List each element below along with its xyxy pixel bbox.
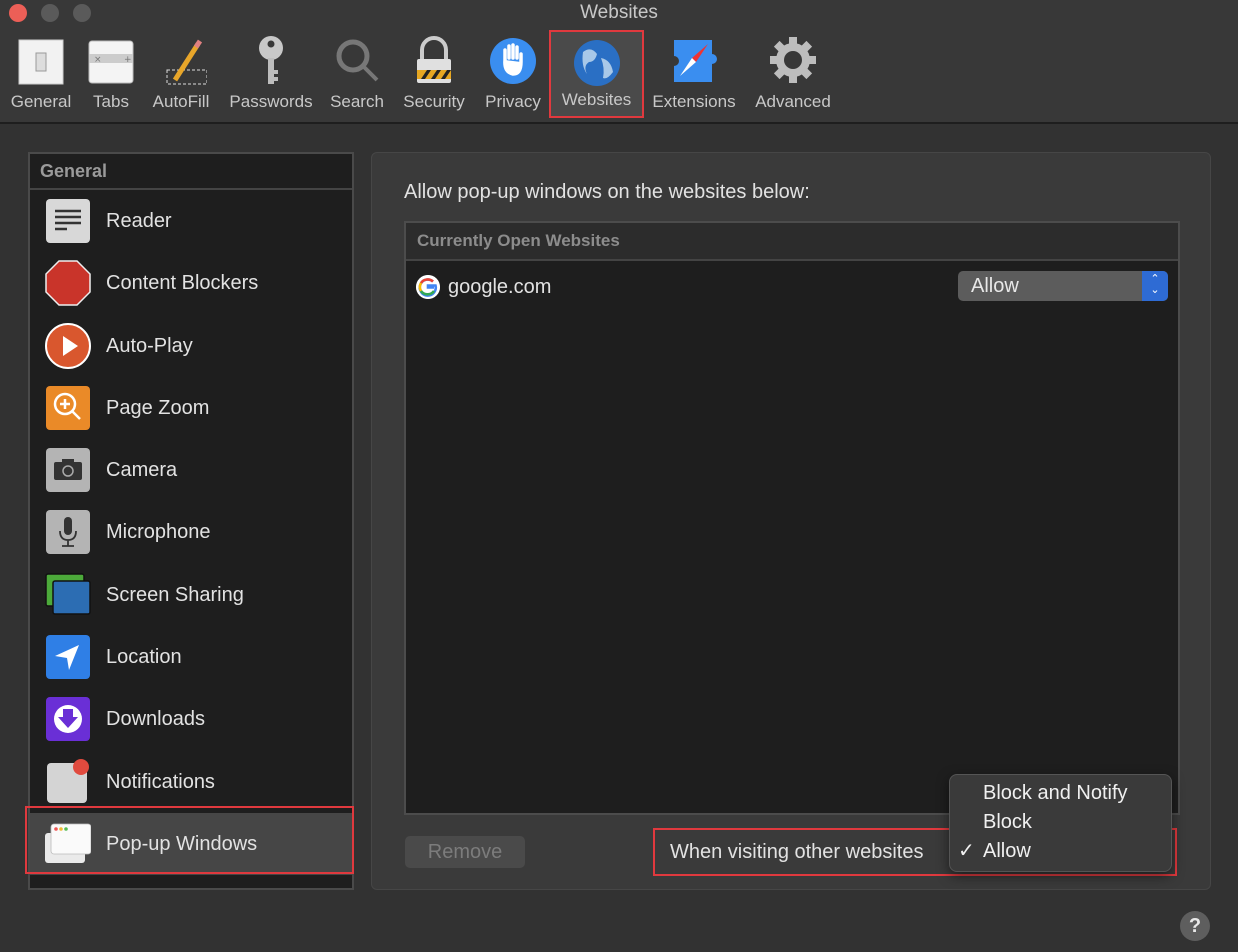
- panel-title: Allow pop-up windows on the websites bel…: [404, 181, 810, 203]
- menu-item-block[interactable]: Block: [950, 808, 1171, 836]
- puzzle-compass-icon: [674, 40, 717, 82]
- gear-icon: [770, 37, 816, 83]
- tab-autofill[interactable]: AutoFill: [148, 30, 214, 118]
- sidebar-item-camera[interactable]: Camera: [30, 439, 352, 501]
- tab-passwords[interactable]: Passwords: [224, 30, 318, 118]
- window-title: Websites: [580, 2, 658, 23]
- tab-privacy[interactable]: Privacy: [480, 30, 546, 118]
- svg-text:×: ×: [94, 55, 102, 65]
- google-favicon-icon: [416, 275, 440, 299]
- location-arrow-icon: [46, 635, 90, 680]
- websites-table: Currently Open Websites google.com Allow…: [404, 221, 1180, 815]
- sidebar-item-content-blockers[interactable]: Content Blockers: [30, 252, 352, 314]
- chevron-up-down-icon: ⌃ ⌄: [1142, 271, 1168, 301]
- sidebar-item-location[interactable]: Location: [30, 626, 352, 688]
- menu-item-block-and-notify[interactable]: Block and Notify: [950, 779, 1171, 807]
- help-button[interactable]: ?: [1180, 911, 1210, 941]
- svg-text:+: +: [124, 55, 132, 65]
- play-icon: [45, 322, 91, 369]
- switch-icon: [18, 39, 64, 85]
- tab-general[interactable]: General: [4, 30, 78, 118]
- reader-icon: [46, 199, 90, 243]
- site-setting-popup[interactable]: Allow ⌃ ⌄: [958, 271, 1168, 301]
- sidebar: General Reader Content Blockers Auto-Pla…: [28, 152, 354, 890]
- tab-extensions[interactable]: Extensions: [648, 30, 740, 118]
- other-websites-dropdown-menu: Block and Notify Block ✓ Allow: [949, 774, 1172, 872]
- selection-highlight: [25, 806, 354, 874]
- tabs-icon: × +: [88, 40, 134, 84]
- camera-icon: [46, 448, 90, 493]
- key-icon: [259, 36, 283, 84]
- title-bar: Websites General × + Tabs AutoFill Passwo…: [0, 0, 1238, 124]
- tab-websites[interactable]: Websites: [549, 30, 644, 118]
- sidebar-item-notifications[interactable]: Notifications: [30, 751, 352, 813]
- sidebar-item-auto-play[interactable]: Auto-Play: [30, 315, 352, 377]
- notification-badge-icon: [47, 758, 89, 803]
- microphone-icon: [46, 510, 90, 555]
- tab-search[interactable]: Search: [326, 30, 388, 118]
- screen-sharing-icon: [45, 573, 91, 615]
- sidebar-item-microphone[interactable]: Microphone: [30, 501, 352, 563]
- site-name: google.com: [448, 276, 552, 298]
- remove-button[interactable]: Remove: [405, 836, 525, 868]
- tab-tabs[interactable]: × + Tabs: [84, 30, 138, 118]
- hand-icon: [490, 38, 536, 84]
- table-header: Currently Open Websites: [406, 223, 1178, 261]
- zoom-icon: [46, 385, 90, 430]
- sidebar-item-screen-sharing[interactable]: Screen Sharing: [30, 564, 352, 626]
- sidebar-item-page-zoom[interactable]: Page Zoom: [30, 377, 352, 439]
- globe-icon: [573, 40, 620, 86]
- pencil-icon: [166, 39, 207, 85]
- checkmark-icon: ✓: [958, 840, 975, 862]
- menu-item-allow[interactable]: ✓ Allow: [950, 837, 1171, 865]
- tab-security[interactable]: Security: [398, 30, 470, 118]
- magnifier-icon: [336, 39, 379, 82]
- sidebar-item-reader[interactable]: Reader: [30, 190, 352, 252]
- sidebar-header: General: [30, 154, 352, 190]
- tab-advanced[interactable]: Advanced: [748, 30, 838, 118]
- download-icon: [46, 697, 90, 742]
- lock-icon: [417, 36, 451, 83]
- sidebar-item-downloads[interactable]: Downloads: [30, 688, 352, 750]
- stop-sign-icon: [45, 260, 91, 307]
- table-row[interactable]: google.com Allow ⌃ ⌄: [406, 261, 1178, 313]
